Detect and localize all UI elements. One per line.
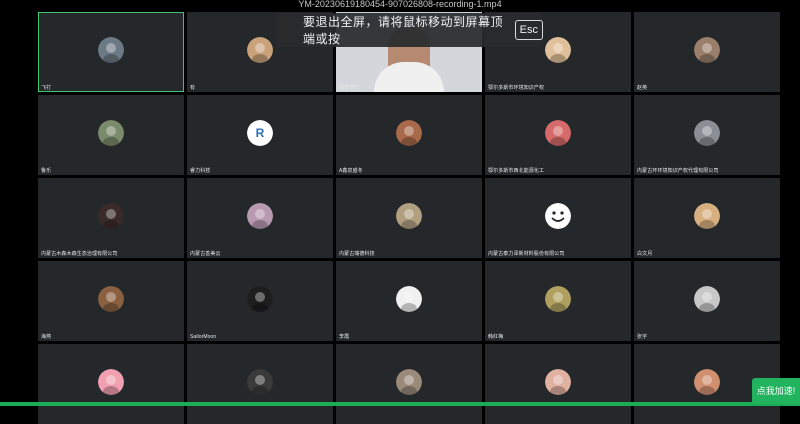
cartoon-face-avatar-icon <box>98 120 124 146</box>
participant-name: 内蒙古善美云 <box>190 251 221 257</box>
landscape-avatar-icon <box>545 286 571 312</box>
participant-name: 内蒙古泰力泽新材料股份有限公司 <box>488 251 565 257</box>
cartoon-kid-avatar-icon <box>545 120 571 146</box>
couple-avatar-icon <box>694 369 720 395</box>
participant-tile[interactable] <box>187 344 333 424</box>
participant-tile[interactable] <box>38 344 184 424</box>
participant-name: 飞打 <box>41 85 52 91</box>
participant-name: SailorMoon <box>190 334 217 340</box>
participant-name: A鑫泉盛冬 <box>339 168 363 174</box>
participant-name: 张宇 <box>637 334 648 340</box>
participant-name: 内蒙古瑞德科技 <box>339 251 375 257</box>
participant-tile[interactable]: 内蒙古善美云 <box>187 178 333 258</box>
fullscreen-exit-toast: 要退出全屏，请将鼠标移动到屏幕顶端或按 Esc <box>277 13 543 47</box>
playback-progress-bar[interactable] <box>0 402 800 406</box>
participant-name: 海燕 <box>41 334 52 340</box>
participant-name: 内蒙古环环境知识产权代理有限公司 <box>637 168 719 174</box>
participant-name: 有 <box>190 85 196 91</box>
participant-tile[interactable]: 内蒙古瑞德科技 <box>336 178 482 258</box>
participant-name: 鲁乐 <box>41 168 52 174</box>
girl-avatar-icon <box>545 369 571 395</box>
participant-name: 鑫德钢党 <box>339 85 360 91</box>
smiley-avatar-icon <box>545 203 571 229</box>
anime-avatar-icon <box>396 286 422 312</box>
participant-name: 李霞 <box>339 334 350 340</box>
svg-text:R: R <box>256 126 265 140</box>
participant-tile[interactable]: 海燕 <box>38 261 184 341</box>
participant-tile[interactable]: 鲁乐 <box>38 95 184 175</box>
cat-avatar-icon <box>396 369 422 395</box>
speed-up-button[interactable]: 点我加速! <box>752 378 800 404</box>
participant-tile[interactable]: A鑫泉盛冬 <box>336 95 482 175</box>
participant-tile[interactable]: 内蒙古木森木森生态治理有限公司 <box>38 178 184 258</box>
participant-tile[interactable]: 内蒙古环环境知识产权代理有限公司 <box>634 95 780 175</box>
participant-tile[interactable] <box>336 344 482 424</box>
ghost-avatar-icon <box>694 286 720 312</box>
participant-tile[interactable]: R 睿力科技 <box>187 95 333 175</box>
dog-avatar-icon <box>396 203 422 229</box>
participant-tile[interactable]: 张宇 <box>634 261 780 341</box>
participant-tile[interactable]: 鄂尔多斯市西北能源化工 <box>485 95 631 175</box>
dark-figure-avatar-icon <box>247 286 273 312</box>
illustrated-boy-avatar-icon <box>694 203 720 229</box>
participant-name: 睿力科技 <box>190 168 211 174</box>
participant-tile[interactable]: 飞打 <box>38 12 184 92</box>
sunset-avatar-icon <box>98 286 124 312</box>
playback-progress-fill <box>0 402 800 406</box>
toast-message: 要退出全屏，请将鼠标移动到屏幕顶端或按 <box>303 15 504 46</box>
participant-name: 白文月 <box>637 251 653 257</box>
mountain-avatar-icon <box>98 37 124 63</box>
participant-name: 韩红梅 <box>488 334 504 340</box>
girl-photo-avatar-icon <box>98 203 124 229</box>
participant-grid: 飞打有鄂尔多斯市鑫德钢铁有限责任公司鑫德钢党鄂尔多斯市环境知识产权赵英鲁乐R睿力… <box>38 12 782 424</box>
esc-key-badge[interactable]: Esc <box>514 20 543 40</box>
company-logo-avatar-icon: R <box>247 120 273 146</box>
cartoon-boy-avatar-icon <box>545 37 571 63</box>
participant-tile[interactable]: SailorMoon <box>187 261 333 341</box>
pink-hair-avatar-icon <box>98 369 124 395</box>
participant-tile[interactable]: 赵英 <box>634 12 780 92</box>
participant-tile[interactable]: 白文月 <box>634 178 780 258</box>
participant-tile[interactable]: 李霞 <box>336 261 482 341</box>
participant-name: 鄂尔多斯市环境知识产权 <box>488 85 545 91</box>
portrait-avatar-icon <box>396 120 422 146</box>
animal-avatar-icon <box>694 120 720 146</box>
participant-tile[interactable] <box>485 344 631 424</box>
participant-tile[interactable]: 内蒙古泰力泽新材料股份有限公司 <box>485 178 631 258</box>
hat-avatar-icon <box>247 369 273 395</box>
character-avatar-icon <box>247 203 273 229</box>
participant-name: 鄂尔多斯市西北能源化工 <box>488 168 545 174</box>
window-title: YM-20230619180454-907026808-recording-1.… <box>298 0 502 9</box>
anime-girl-avatar-icon <box>247 37 273 63</box>
cartoon-girl-avatar-icon <box>694 37 720 63</box>
participant-name: 赵英 <box>637 85 648 91</box>
participant-name: 内蒙古木森木森生态治理有限公司 <box>41 251 118 257</box>
participant-tile[interactable]: 韩红梅 <box>485 261 631 341</box>
